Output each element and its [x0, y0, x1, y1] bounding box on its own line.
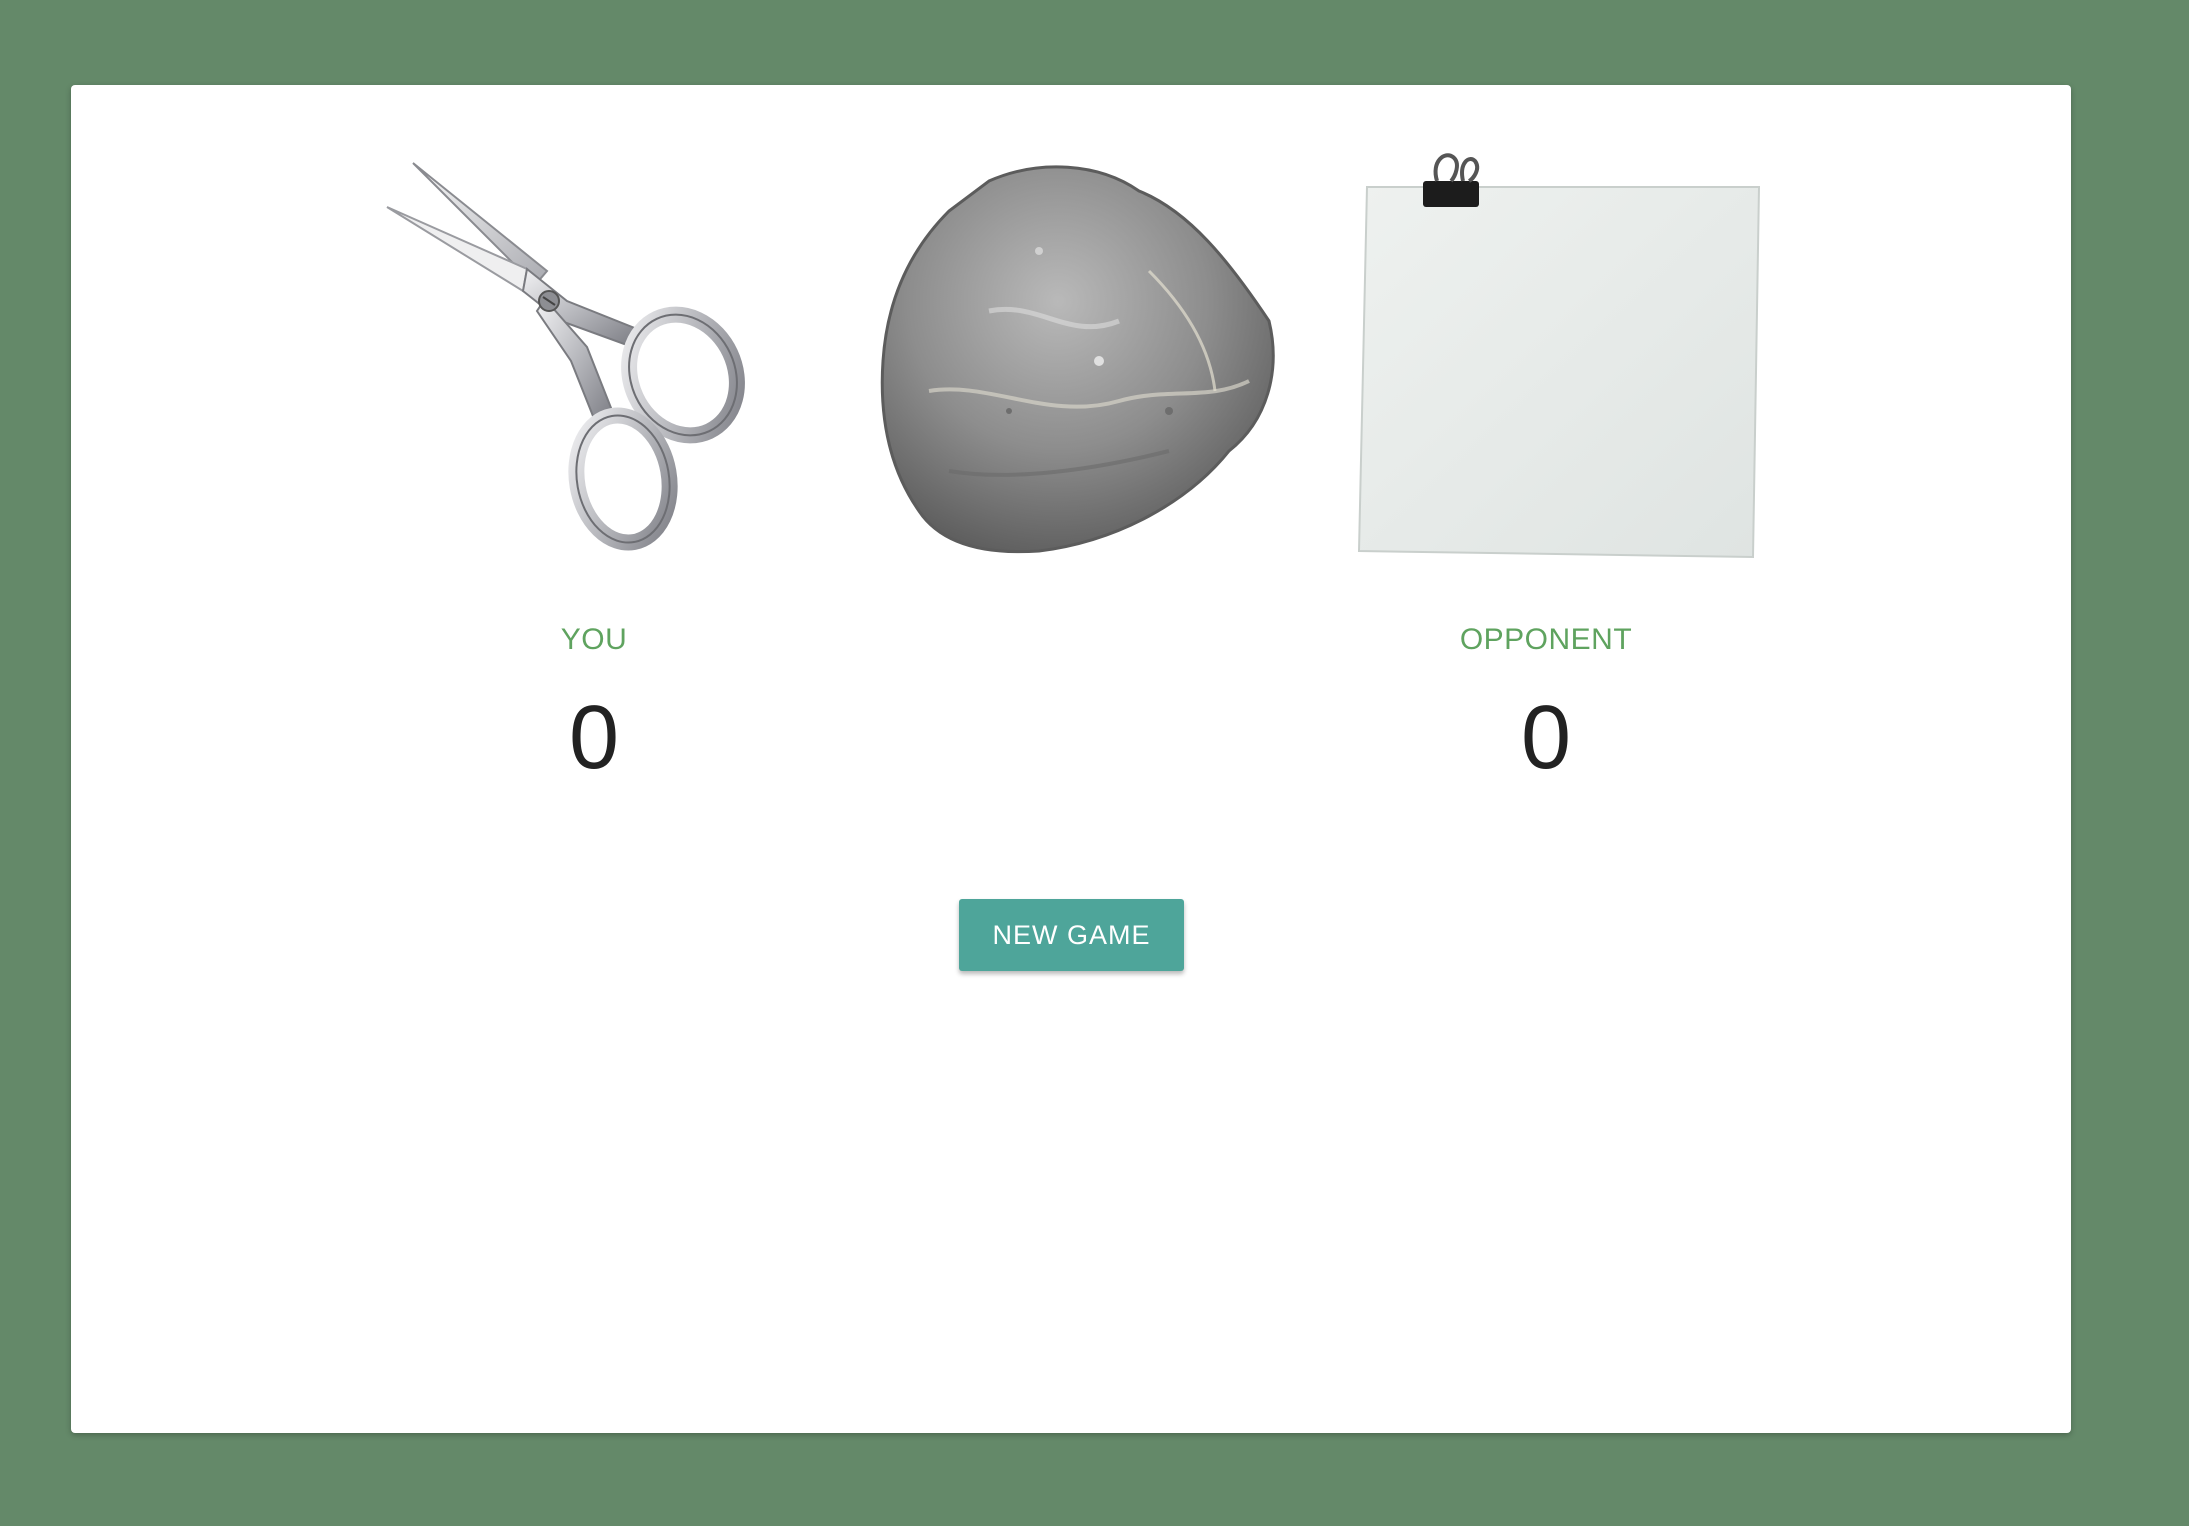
you-score: 0 [568, 688, 620, 788]
game-card: YOU 0 OPPONENT 0 NEW GAME [71, 85, 2071, 1433]
opponent-score-block: OPPONENT 0 [1346, 623, 1746, 788]
rock-icon [880, 165, 1275, 554]
rock-choice[interactable] [869, 151, 1289, 571]
opponent-label: OPPONENT [1459, 623, 1633, 656]
you-score-block: YOU 0 [394, 623, 794, 788]
paper-icon [1357, 153, 1761, 559]
scissors-icon [386, 162, 745, 551]
you-label: YOU [560, 623, 628, 656]
paper-choice[interactable] [1355, 151, 1775, 571]
opponent-score: 0 [1520, 688, 1572, 788]
new-game-button[interactable]: NEW GAME [959, 899, 1184, 971]
scissors-choice[interactable] [377, 151, 797, 571]
